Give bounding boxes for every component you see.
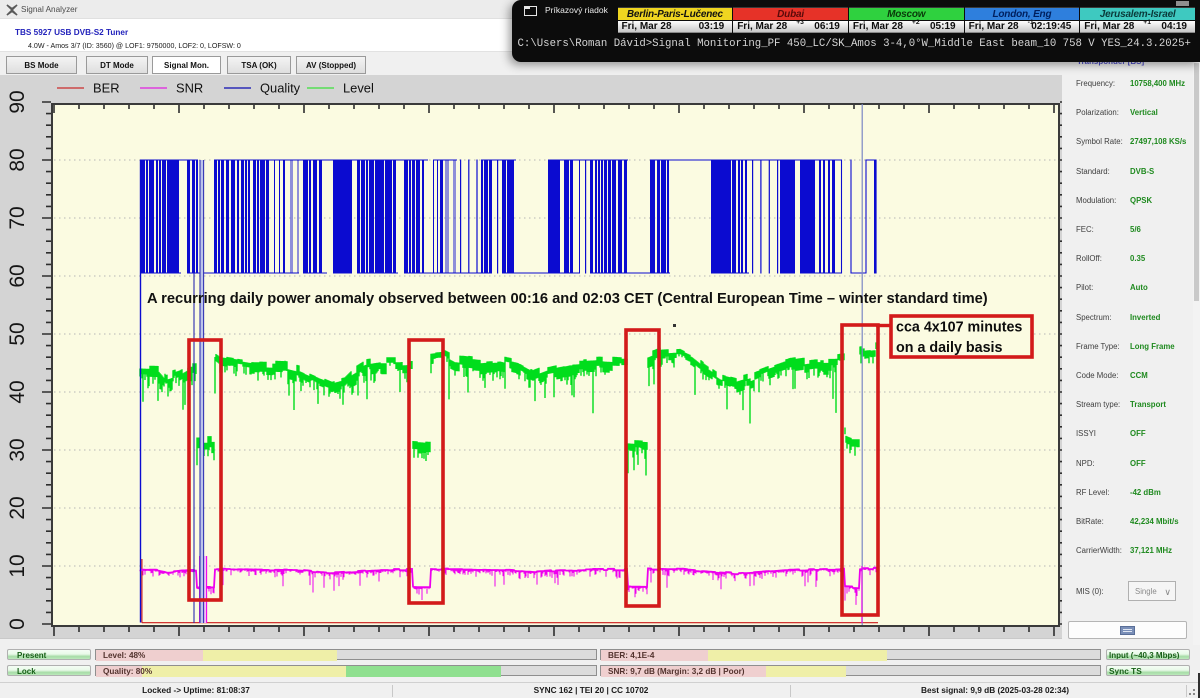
svg-text:A recurring daily power anomal: A recurring daily power anomaly observed… [147, 291, 988, 307]
svg-text:90: 90 [6, 90, 29, 113]
svg-text:30: 30 [6, 438, 29, 461]
svg-text:20: 20 [6, 496, 29, 519]
svg-text:0: 0 [6, 618, 29, 630]
svg-text:70: 70 [6, 206, 29, 229]
svg-text:80: 80 [6, 148, 29, 171]
svg-text:50: 50 [6, 322, 29, 345]
svg-text:60: 60 [6, 264, 29, 287]
svg-text:on a daily basis: on a daily basis [896, 340, 1003, 356]
svg-text:BER: BER [93, 81, 120, 96]
svg-text:cca 4x107 minutes: cca 4x107 minutes [896, 320, 1022, 336]
svg-text:40: 40 [6, 380, 29, 403]
svg-text:10: 10 [6, 554, 29, 577]
svg-text:Level: Level [343, 81, 374, 96]
svg-text:SNR: SNR [176, 81, 203, 96]
svg-text:Quality: Quality [260, 81, 301, 96]
